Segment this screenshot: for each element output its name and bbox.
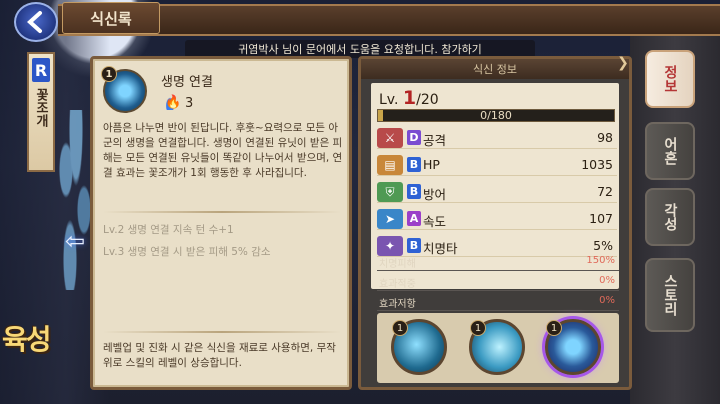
- stat-row: ▤ B HP 1035: [377, 154, 617, 176]
- level-prefix: Lv.: [379, 92, 399, 108]
- skill-detail-panel: 1 생명 연결 🔥 3 아픔은 나누면 반이 된답니다. 후훗~요력으로 모든 …: [90, 56, 352, 390]
- skill-slot-3[interactable]: 1: [545, 319, 601, 375]
- stat-grade: B: [407, 238, 421, 253]
- stat-row: ➤ A 속도 107: [377, 208, 617, 230]
- stat-row: ⚔ D 공격 98: [377, 127, 617, 149]
- stats-panel: 식신 정보 Lv. 1/20 0/180 ⚔ D 공격 98 ▤ B HP 1035 ⛨ B 방어 7…: [358, 56, 632, 390]
- sword-icon: ⚔: [377, 128, 403, 148]
- extra-stat-label: 효과적중: [379, 279, 416, 290]
- scroll-icon: ▤: [377, 155, 403, 175]
- stat-value: 98: [597, 130, 613, 145]
- stat-grade: B: [407, 184, 421, 199]
- stat-row: ⛨ B 방어 72: [377, 181, 617, 203]
- stat-value: 72: [597, 184, 613, 199]
- extra-stat-value: 150%: [586, 255, 615, 266]
- tab-story[interactable]: 스토리: [645, 258, 695, 332]
- prev-arrow-icon[interactable]: ⇦: [60, 229, 90, 253]
- extra-stat-row: 효과적중 0%: [377, 273, 619, 291]
- stat-label: 방어: [423, 187, 447, 202]
- back-button[interactable]: [14, 2, 58, 42]
- stat-value: 107: [589, 211, 613, 226]
- extra-stat-value: 0%: [599, 275, 615, 286]
- skill-slot-1[interactable]: 1: [391, 319, 447, 375]
- skill-upgrade: Lv.2 생명 연결 지속 턴 수+1: [103, 224, 234, 236]
- skill-footer-note: 레벨업 및 진화 시 같은 식신을 재료로 사용하면, 무작위로 스킬의 레벨이…: [103, 342, 336, 369]
- back-arrow-icon: [27, 11, 42, 33]
- wing-icon: ➤: [377, 209, 403, 229]
- level-current: 1: [402, 87, 417, 109]
- tab-info[interactable]: 정보: [645, 50, 695, 108]
- skill-name: 생명 연결: [161, 75, 213, 90]
- extra-stat-row: 효과저항 0%: [377, 293, 619, 311]
- level-max: /20: [416, 92, 439, 108]
- skill-slot-2[interactable]: 1: [469, 319, 525, 375]
- shield-icon: ⛨: [377, 182, 403, 202]
- skill-description: 아픔은 나누면 반이 된답니다. 후훗~요력으로 모든 아군의 생명을 연결합니…: [103, 122, 343, 179]
- level-display: Lv. 1/20: [379, 87, 439, 109]
- stat-label: HP: [423, 157, 440, 172]
- divider: [103, 331, 341, 333]
- stat-grade: B: [407, 157, 421, 172]
- tab-awaken[interactable]: 각성: [645, 188, 695, 246]
- stat-grade: A: [407, 211, 421, 226]
- extra-stat-label: 치명피해: [379, 259, 416, 270]
- shikigami-name: 꽃조개: [33, 88, 48, 127]
- skill-level-badge: 1: [101, 66, 117, 82]
- tab-soul[interactable]: 어혼: [645, 122, 695, 180]
- skill-slot-level: 1: [392, 320, 408, 336]
- stats-header: 식신 정보: [361, 59, 629, 79]
- shikigami-banner: R 꽃조개: [27, 52, 55, 172]
- fire-icon: 🔥: [165, 95, 182, 110]
- extra-stat-row: 치명피해 150%: [377, 253, 619, 271]
- stat-grade: D: [407, 130, 421, 145]
- stat-value: 5%: [593, 238, 613, 253]
- divider: [103, 211, 341, 213]
- extra-stat-value: 0%: [599, 295, 615, 306]
- stat-label: 공격: [423, 133, 447, 148]
- page-title: 식신록: [62, 2, 160, 34]
- skill-cost: 3: [185, 96, 194, 111]
- growth-button[interactable]: 육성: [2, 318, 82, 378]
- skill-slot-level: 1: [546, 320, 562, 336]
- exp-bar: 0/180: [377, 109, 615, 122]
- exp-text: 0/180: [480, 109, 512, 122]
- extra-stat-label: 효과저항: [379, 299, 416, 310]
- panel-toggle-icon[interactable]: ❯: [612, 52, 634, 74]
- skill-upgrade: Lv.3 생명 연결 시 받은 피해 5% 감소: [103, 246, 271, 258]
- stat-label: 속도: [423, 214, 447, 229]
- stat-value: 1035: [581, 157, 613, 172]
- rarity-badge: R: [32, 58, 50, 82]
- skill-slot-level: 1: [470, 320, 486, 336]
- skill-slots: 1 1 1: [377, 313, 619, 383]
